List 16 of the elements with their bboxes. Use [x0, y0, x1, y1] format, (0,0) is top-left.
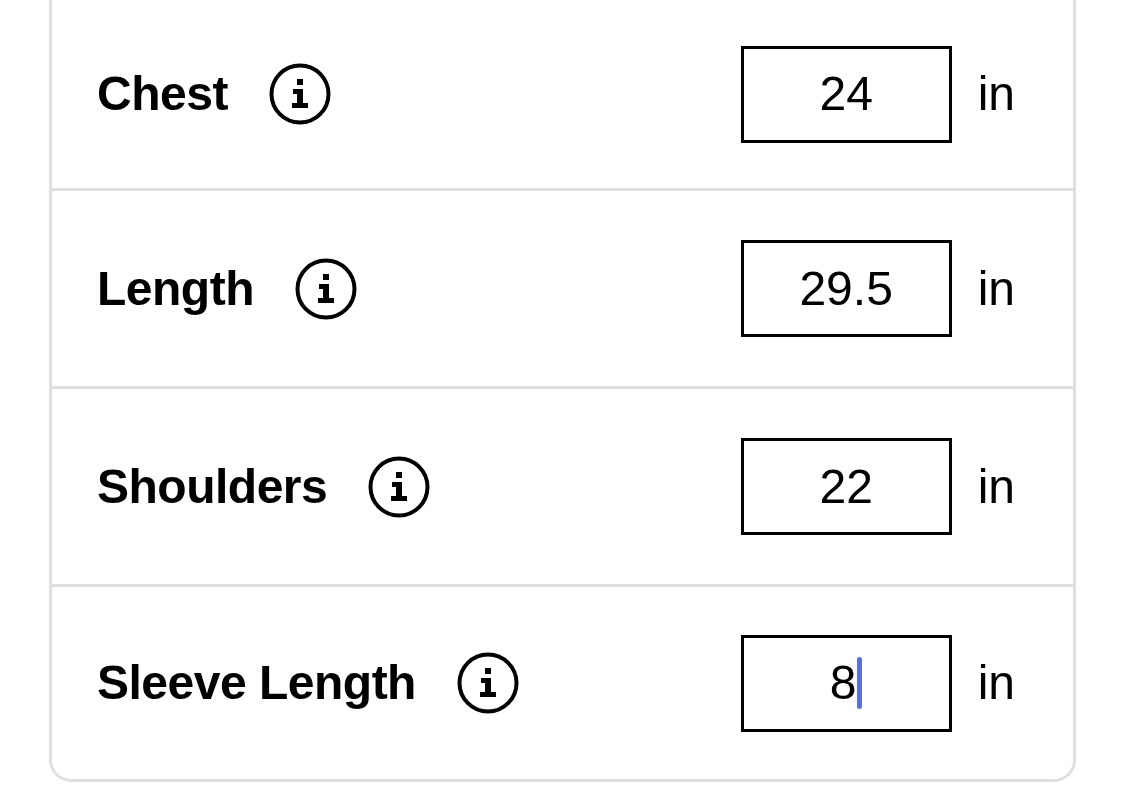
measurement-label: Length: [97, 264, 254, 313]
measurement-input[interactable]: 22: [740, 438, 952, 535]
unit-label: in: [977, 264, 1015, 313]
unit-label: in: [977, 659, 1015, 707]
unit-label: in: [977, 70, 1015, 118]
measurement-label: Sleeve Length: [97, 659, 416, 707]
measurement-input[interactable]: 24: [740, 45, 952, 143]
measurement-label: Chest: [97, 70, 228, 118]
measurement-label: Shoulders: [97, 462, 328, 511]
measurement-input[interactable]: 8: [740, 634, 952, 732]
info-icon[interactable]: [456, 652, 519, 714]
unit-label: in: [977, 462, 1015, 511]
info-icon[interactable]: [368, 455, 431, 518]
measurement-input[interactable]: 29.5: [740, 240, 952, 337]
info-icon[interactable]: [294, 257, 357, 320]
info-icon[interactable]: [268, 63, 331, 125]
